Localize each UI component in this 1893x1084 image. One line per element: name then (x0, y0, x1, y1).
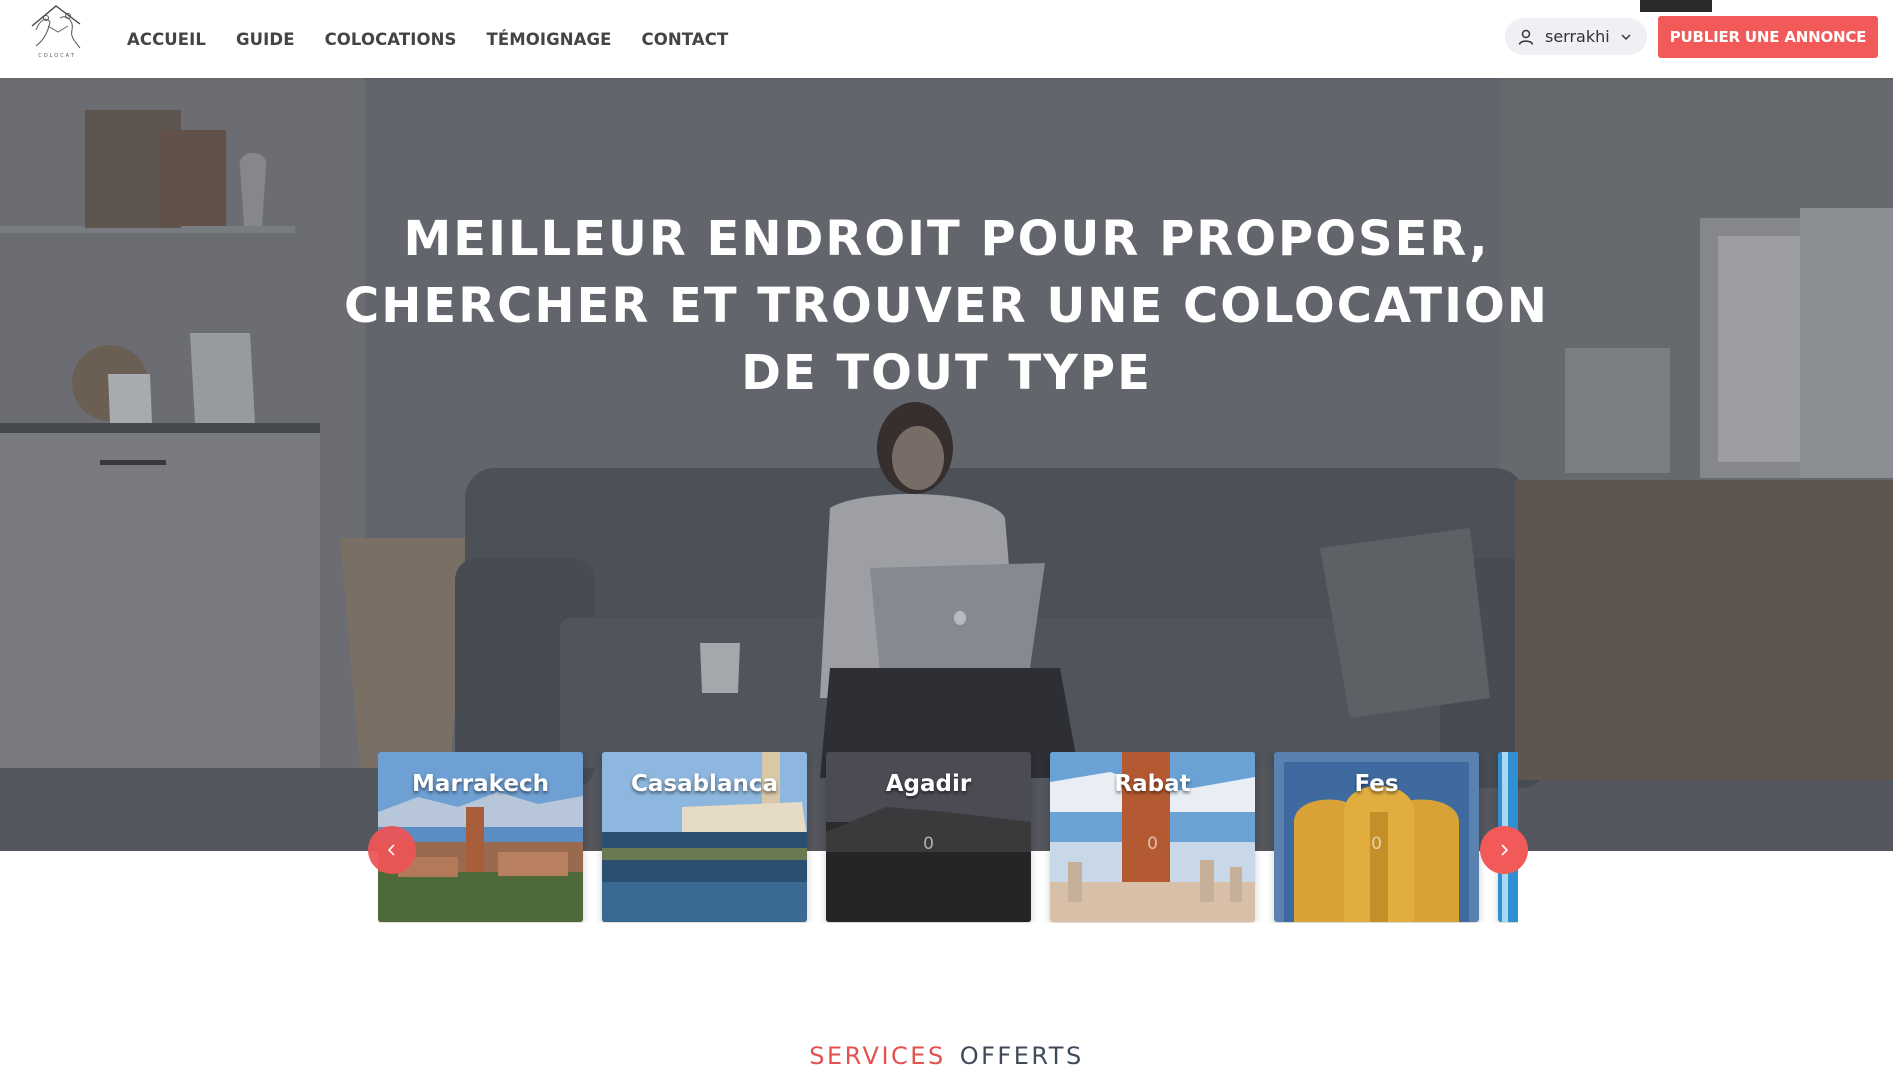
carousel-prev-button[interactable] (368, 826, 416, 874)
hero-title: MEILLEUR ENDROIT POUR PROPOSER, CHERCHER… (300, 206, 1593, 407)
listing-count: 0 (1147, 834, 1158, 854)
hero-title-line-3: DE TOUT TYPE (741, 345, 1152, 401)
city-card-casablanca[interactable]: Casablanca (602, 752, 807, 922)
hero-title-line-1: MEILLEUR ENDROIT POUR PROPOSER, (403, 211, 1490, 267)
publish-ad-button[interactable]: PUBLIER UNE ANNONCE (1658, 16, 1878, 58)
services-section-title: SERVICES OFFERTS (0, 1042, 1893, 1070)
city-card-rabat[interactable]: Rabat 0 (1050, 752, 1255, 922)
top-tab-indicator (1640, 0, 1712, 12)
colocat-logo-icon[interactable]: COLOCAT (26, 2, 88, 60)
city-name: Agadir (885, 771, 972, 797)
city-card-fes[interactable]: Fes 0 (1274, 752, 1479, 922)
city-name: Fes (1354, 771, 1399, 797)
svg-text:COLOCAT: COLOCAT (38, 53, 76, 59)
nav-colocations[interactable]: COLOCATIONS (325, 30, 457, 49)
city-name: Marrakech (412, 771, 549, 797)
hero-title-line-2: CHERCHER ET TROUVER UNE COLOCATION (344, 278, 1549, 334)
listing-count: 0 (923, 834, 934, 854)
listing-count: 0 (1371, 834, 1382, 854)
hero-banner: MEILLEUR ENDROIT POUR PROPOSER, CHERCHER… (0, 78, 1893, 851)
city-card-agadir[interactable]: Agadir 0 (826, 752, 1031, 922)
city-carousel: Marrakech Casablanca Agadir 0 Rabat 0 Fe… (378, 752, 1518, 923)
user-name: serrakhi (1545, 27, 1610, 46)
site-header: COLOCAT ACCUEIL GUIDE COLOCATIONS TÉMOIG… (0, 0, 1893, 78)
nav-contact[interactable]: CONTACT (642, 30, 729, 49)
hero-background-image (0, 78, 1893, 851)
carousel-next-button[interactable] (1480, 826, 1528, 874)
nav-accueil[interactable]: ACCUEIL (127, 30, 206, 49)
chevron-right-icon (1501, 844, 1509, 856)
city-name: Rabat (1114, 771, 1191, 797)
chevron-down-icon (1621, 33, 1631, 40)
nav-temoignage[interactable]: TÉMOIGNAGE (486, 30, 611, 49)
city-name: Casablanca (630, 771, 778, 797)
user-menu-button[interactable]: serrakhi (1505, 18, 1647, 55)
user-icon (1518, 29, 1534, 45)
chevron-left-icon (387, 844, 395, 856)
nav-guide[interactable]: GUIDE (236, 30, 295, 49)
services-title-word-2: OFFERTS (959, 1042, 1084, 1070)
main-nav: ACCUEIL GUIDE COLOCATIONS TÉMOIGNAGE CON… (127, 0, 758, 78)
services-title-word-1: SERVICES (809, 1042, 946, 1070)
